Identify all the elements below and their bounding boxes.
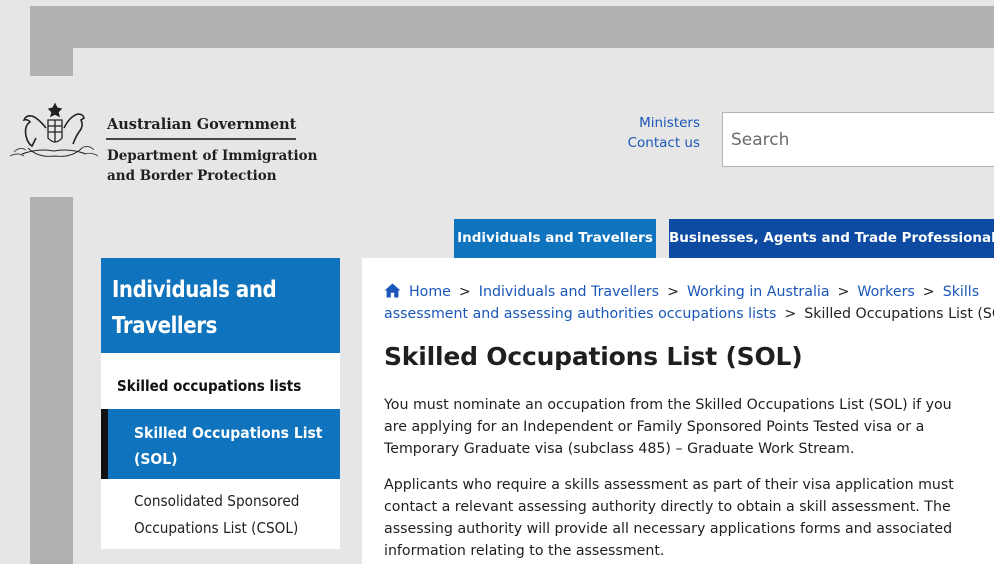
- home-icon[interactable]: [384, 283, 401, 298]
- intro-paragraph: You must nominate an occupation from the…: [384, 397, 952, 457]
- main-content: Home > Individuals and Travellers > Working …: [362, 258, 994, 564]
- org-name-divider: [106, 138, 296, 140]
- page-frame-top: [30, 6, 994, 48]
- tab-businesses-agents-trade[interactable]: Businesses, Agents and Trade Professiona…: [669, 219, 994, 258]
- coat-of-arms-icon: [9, 102, 99, 157]
- page-frame-left: [30, 48, 73, 76]
- breadcrumb-working-in-australia[interactable]: Working in Australia: [687, 284, 830, 300]
- government-logo[interactable]: Australian Government Department of Immi…: [8, 96, 317, 188]
- ministers-link[interactable]: Ministers: [628, 113, 700, 133]
- search-box[interactable]: [722, 112, 994, 167]
- sidebar-section-title[interactable]: Skilled occupations lists: [117, 377, 301, 395]
- breadcrumb-occupations-lists[interactable]: occupations lists: [658, 306, 776, 322]
- breadcrumb-current: Skilled Occupations List (SOL): [804, 306, 994, 322]
- department-name: Department of Immigration and Border Pro…: [107, 146, 317, 186]
- page-title: Skilled Occupations List (SOL): [384, 342, 803, 371]
- page-frame-left-lower: [30, 197, 73, 564]
- sidebar-item-csol[interactable]: Consolidated Sponsored Occupations List …: [134, 488, 310, 542]
- breadcrumb-workers[interactable]: Workers: [857, 284, 914, 300]
- breadcrumb-separator: >: [458, 284, 471, 300]
- utility-links: Ministers Contact us: [628, 113, 700, 153]
- breadcrumb-separator: >: [922, 284, 935, 300]
- org-name: Australian Government: [107, 116, 297, 133]
- search-input[interactable]: [731, 113, 991, 166]
- breadcrumb-separator: >: [667, 284, 679, 300]
- sidebar-item-label: Skilled Occupations List (SOL): [134, 424, 323, 468]
- breadcrumb-home[interactable]: Home: [409, 284, 451, 300]
- breadcrumb-individuals-and-travellers[interactable]: Individuals and Travellers: [479, 284, 659, 300]
- breadcrumb: Home > Individuals and Travellers > Working …: [384, 281, 994, 325]
- sidebar-heading[interactable]: Individuals and Travellers: [101, 258, 340, 353]
- tab-individuals-and-travellers[interactable]: Individuals and Travellers: [454, 219, 656, 258]
- contact-us-link[interactable]: Contact us: [628, 133, 700, 153]
- breadcrumb-separator: >: [837, 284, 850, 300]
- assessment-paragraph: Applicants who require a skills assessme…: [384, 477, 954, 559]
- sidebar-item-sol[interactable]: Skilled Occupations List (SOL): [101, 409, 340, 479]
- department-name-line1: Department of Immigration: [107, 148, 318, 164]
- section-sidebar: Individuals and Travellers Skilled occup…: [101, 258, 340, 549]
- breadcrumb-separator: >: [784, 306, 797, 322]
- department-name-line2: and Border Protection: [107, 168, 277, 184]
- sidebar-heading-label: Individuals and Travellers: [112, 277, 277, 339]
